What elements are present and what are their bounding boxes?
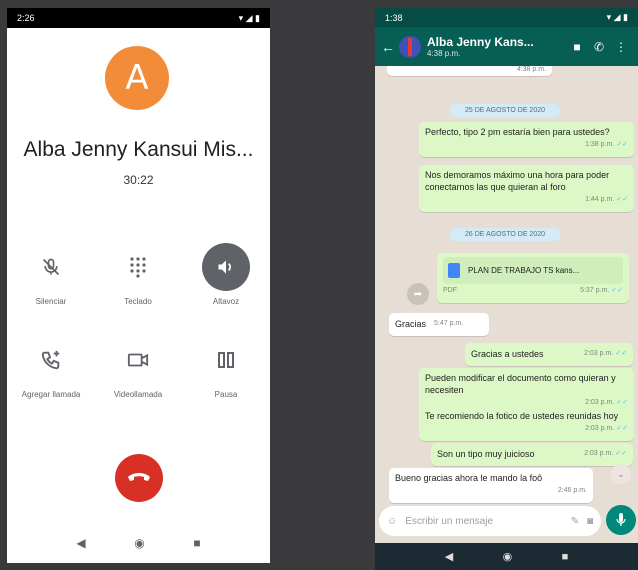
date-chip: 26 DE AGOSTO DE 2020 [450,228,560,241]
keypad-label: Teclado [124,297,152,306]
message-time: 1:38 p.m. [585,141,615,148]
pause-button[interactable]: Pausa [183,336,269,399]
message-text: Gracias [395,318,427,329]
message-text: Te recomiendo la fotico de ustedes reuni… [425,411,619,421]
speaker-icon [202,243,250,291]
mute-button[interactable]: Silenciar [8,243,94,306]
read-ticks-icon: ✓✓ [616,425,628,432]
message-text: Perfecto, tipo 2 pm estaría bien para us… [425,127,610,137]
status-icons: ▾ ◢ ▮ [238,12,260,23]
read-ticks-icon: ✓✓ [615,450,627,457]
contact-avatar[interactable] [399,35,421,58]
message-bubble[interactable]: Te recomiendo la fotico de ustedes reuni… [419,406,634,441]
phone-icon[interactable]: ✆ [588,40,610,54]
partial-message[interactable]: 4:38 p.m. [387,66,552,76]
recents-nav-icon[interactable]: ■ [562,551,569,563]
message-bubble[interactable]: Gracias 5:47 p.m. [389,313,489,336]
video-call-label: Videollamada [113,390,163,399]
home-nav-icon[interactable]: ◉ [503,550,513,563]
message-time: 2:03 p.m. [584,350,614,357]
date-chip: 25 DE AGOSTO DE 2020 [450,104,560,117]
message-text: Son un tipo muy juicioso [437,448,535,459]
hang-up-icon [128,473,150,481]
add-call-button[interactable]: Agregar llamada [8,336,94,399]
back-nav-icon[interactable]: ◀ [76,536,85,550]
message-time: 2:46 p.m. [557,487,587,494]
message-time: 2:03 p.m. [585,399,615,406]
video-camera-icon [114,336,162,384]
contact-info[interactable]: Alba Jenny Kans... 4:38 p.m. [427,35,566,58]
message-time: 5:37 p.m. [580,287,610,294]
read-ticks-icon: ✓✓ [611,287,623,294]
document-preview[interactable]: PLAN DE TRABAJO TS kans... [443,257,623,284]
document-title: PLAN DE TRABAJO TS kans... [468,265,580,275]
add-call-icon [27,336,75,384]
status-icons: ▾ ◢ ▮ [606,12,628,22]
mute-label: Silenciar [35,297,67,306]
add-call-label: Agregar llamada [21,390,81,399]
read-ticks-icon: ✓✓ [615,350,627,357]
message-bubble[interactable]: Gracias a ustedes 2:03 p.m. ✓✓ [465,343,633,366]
microphone-icon [616,513,626,526]
read-ticks-icon: ✓✓ [616,196,628,203]
dialpad-icon [114,243,162,291]
caller-name: Alba Jenny Kansui Mis... [23,138,254,161]
pause-label: Pausa [214,390,238,399]
message-time: 2:03 p.m. [584,450,614,457]
caller-avatar: A [105,46,169,110]
back-arrow-icon[interactable]: ← [381,39,395,55]
message-time: 2:03 p.m. [585,425,615,432]
contact-last-seen: 4:38 p.m. [427,49,461,58]
message-bubble[interactable]: Son un tipo muy juicioso 2:03 p.m. ✓✓ [431,443,633,466]
chat-header: ← Alba Jenny Kans... 4:38 p.m. ■ ✆ ⋮ [375,27,638,66]
scroll-down-icon[interactable]: ⌄ [611,464,631,484]
camera-icon[interactable]: ◙ [587,516,593,527]
message-input[interactable]: ☺ Escribir un mensaje ✎ ◙ [379,506,601,536]
attach-icon[interactable]: ✎ [571,516,579,527]
status-bar: 2:26 ▾ ◢ ▮ [7,8,270,28]
speaker-label: Altavoz [212,297,240,306]
message-time: 5:47 p.m. [434,320,464,327]
message-text: Nos demoramos máximo una hora para poder… [425,170,610,192]
status-bar: 1:38 ▾ ◢ ▮ [375,8,638,27]
mic-off-icon [27,243,75,291]
speaker-button[interactable]: Altavoz [183,243,269,306]
keypad-button[interactable]: Teclado [95,243,181,306]
back-nav-icon[interactable]: ◀ [445,550,453,563]
message-bubble[interactable]: Bueno gracias ahora le mando la foô 2:46… [389,468,593,503]
message-placeholder[interactable]: Escribir un mensaje [405,516,562,527]
whatsapp-chat-screen: 1:38 ▾ ◢ ▮ ← Alba Jenny Kans... 4:38 p.m… [375,8,638,570]
navigation-bar: ◀ ◉ ■ [375,543,638,570]
video-call-icon[interactable]: ■ [566,40,588,54]
message-text: Bueno gracias ahora le mando la foô [395,473,543,483]
message-text: Pueden modificar el documento como quier… [425,373,616,395]
message-bubble[interactable]: Perfecto, tipo 2 pm estaría bien para us… [419,122,634,157]
read-ticks-icon: ✓✓ [616,399,628,406]
read-ticks-icon: ✓✓ [616,141,628,148]
navigation-bar: ◀ ◉ ■ [7,528,270,558]
document-type: PDF [443,287,457,294]
message-list[interactable]: 4:38 p.m. 25 DE AGOSTO DE 2020 Perfecto,… [375,66,638,504]
message-time: 1:44 p.m. [585,196,615,203]
video-call-button[interactable]: Videollamada [95,336,181,399]
status-time: 1:38 [385,12,403,23]
recents-nav-icon[interactable]: ■ [193,536,200,550]
call-screen: 2:26 ▾ ◢ ▮ A Alba Jenny Kansui Mis... 30… [7,8,270,563]
message-bubble[interactable]: Nos demoramos máximo una hora para poder… [419,165,634,212]
emoji-icon[interactable]: ☺ [387,516,397,527]
more-options-icon[interactable]: ⋮ [610,40,632,54]
forward-icon[interactable]: ➦ [407,283,429,305]
document-message[interactable]: PLAN DE TRABAJO TS kans... PDF 5:37 p.m.… [437,253,629,303]
end-call-button[interactable] [115,454,163,502]
status-time: 2:26 [17,13,35,23]
home-nav-icon[interactable]: ◉ [134,536,144,550]
mic-button[interactable] [606,505,636,535]
contact-name: Alba Jenny Kans... [427,35,534,49]
message-text: Gracias a ustedes [471,348,544,359]
call-timer: 30:22 [123,173,154,187]
pause-icon [202,336,250,384]
document-icon [448,263,460,278]
